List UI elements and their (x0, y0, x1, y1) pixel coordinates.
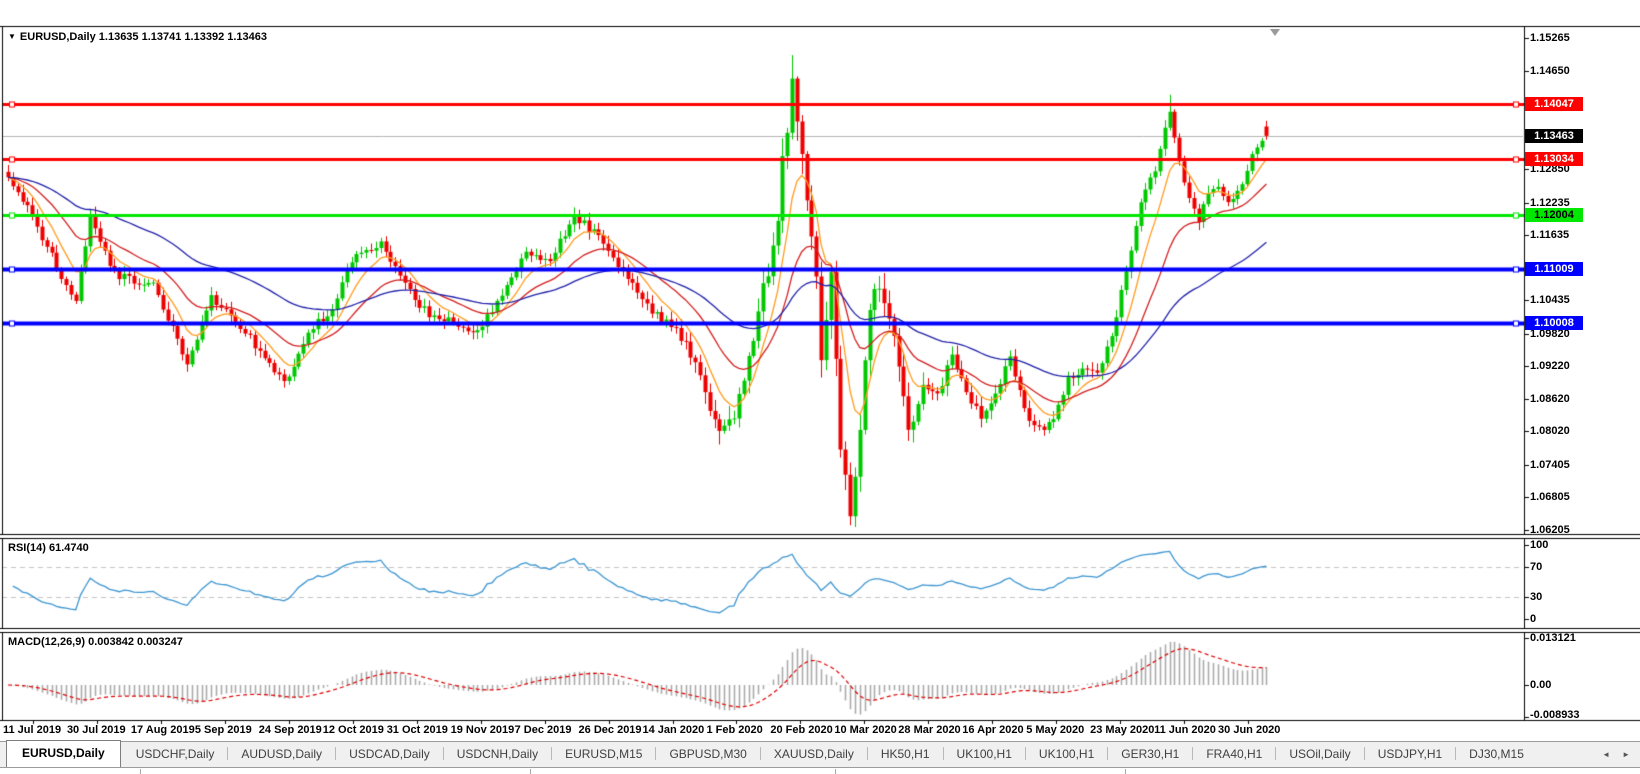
line-price-label: 1.10008 (1525, 316, 1583, 330)
price-axis-label: 1.12235 (1530, 197, 1570, 209)
price-axis-label: 1.06805 (1530, 491, 1570, 503)
chart-tab-usdcnh-daily[interactable]: USDCNH,Daily (444, 743, 551, 767)
chart-tab-ger30-h1[interactable]: GER30,H1 (1108, 743, 1192, 767)
tab-scroll-right-icon[interactable]: ► (1622, 750, 1630, 759)
chart-shift-marker[interactable] (1270, 29, 1280, 36)
date-axis-label: 19 Nov 2019 (451, 724, 515, 736)
chart-tab-fra40-h1[interactable]: FRA40,H1 (1193, 743, 1275, 767)
macd-indicator-label: MACD(12,26,9) 0.003842 0.003247 (8, 636, 183, 648)
date-axis-label: 12 Oct 2019 (323, 724, 384, 736)
chart-title-symbol: EURUSD,Daily (20, 31, 96, 43)
chart-tab-bar: EURUSD,DailyUSDCHF,DailyAUDUSD,DailyUSDC… (0, 741, 1640, 768)
tab-scroll-left-icon[interactable]: ◄ (1602, 750, 1610, 759)
line-price-label: 1.13034 (1525, 152, 1583, 166)
price-axis-label: 1.08020 (1530, 425, 1570, 437)
price-axis-label: 1.06205 (1530, 524, 1570, 536)
tab-scroll-arrows: ◄ ► (1602, 750, 1640, 767)
mt4-window: ▼ M1M5M15M30H1H4D1W1MN ▼EURUSD,Daily 1.1… (0, 0, 1640, 774)
chart-tab-usoil-daily[interactable]: USOil,Daily (1276, 743, 1363, 767)
chart-tab-gbpusd-m30[interactable]: GBPUSD,M30 (656, 743, 759, 767)
date-axis-label: 11 Jun 2020 (1154, 724, 1216, 736)
chart-tab-usdchf-daily[interactable]: USDCHF,Daily (123, 743, 228, 767)
line-price-label: 1.13463 (1525, 129, 1583, 143)
chart-title-ohlc: 1.13635 1.13741 1.13392 1.13463 (99, 31, 267, 43)
chart-tab-uk100-h1[interactable]: UK100,H1 (1026, 743, 1107, 767)
date-axis-label: 30 Jun 2020 (1218, 724, 1280, 736)
date-axis-label: 11 Jul 2019 (3, 724, 61, 736)
line-price-label: 1.14047 (1525, 97, 1583, 111)
date-axis-label: 5 May 2020 (1026, 724, 1084, 736)
macd-axis-label: 0.013121 (1530, 632, 1576, 644)
line-price-label: 1.11009 (1525, 262, 1583, 276)
date-axis-label: 28 Mar 2020 (898, 724, 960, 736)
price-axis-label: 1.09220 (1530, 360, 1570, 372)
rsi-axis-label: 30 (1530, 591, 1542, 603)
price-axis-label: 1.15265 (1530, 32, 1570, 44)
chart-tab-dj30-m15[interactable]: DJ30,M15 (1456, 743, 1537, 767)
rsi-axis-label: 70 (1530, 561, 1542, 573)
price-axis-label: 1.08620 (1530, 393, 1570, 405)
bottom-panel-edge (0, 769, 1640, 774)
chart-tab-uk100-h1[interactable]: UK100,H1 (944, 743, 1025, 767)
date-axis-label: 30 Jul 2019 (67, 724, 126, 736)
price-axis-label: 1.14650 (1530, 65, 1570, 77)
window-caret-icon[interactable]: ▼ (8, 32, 16, 41)
chart-tab-usdcad-daily[interactable]: USDCAD,Daily (336, 743, 443, 767)
date-axis-label: 26 Dec 2019 (579, 724, 642, 736)
price-chart-canvas[interactable] (0, 0, 1640, 740)
chart-tab-xauusd-daily[interactable]: XAUUSD,Daily (761, 743, 867, 767)
date-axis-label: 17 Aug 2019 (131, 724, 195, 736)
chart-tabs: EURUSD,DailyUSDCHF,DailyAUDUSD,DailyUSDC… (6, 740, 1537, 767)
chart-tab-hk50-h1[interactable]: HK50,H1 (868, 743, 943, 767)
macd-axis-label: 0.00 (1530, 679, 1551, 691)
price-axis-label: 1.07405 (1530, 459, 1570, 471)
chart-tab-audusd-daily[interactable]: AUDUSD,Daily (228, 743, 335, 767)
price-axis-label: 1.11635 (1530, 229, 1569, 241)
rsi-axis-label: 100 (1530, 539, 1548, 551)
rsi-axis-label: 0 (1530, 613, 1536, 625)
price-axis-label: 1.10435 (1530, 294, 1570, 306)
date-axis-label: 10 Mar 2020 (834, 724, 896, 736)
chart-tab-eurusd-daily[interactable]: EURUSD,Daily (6, 740, 121, 767)
chart-tab-eurusd-m15[interactable]: EURUSD,M15 (552, 743, 655, 767)
date-axis-label: 31 Oct 2019 (387, 724, 448, 736)
date-axis-label: 1 Feb 2020 (706, 724, 762, 736)
date-axis-label: 16 Apr 2020 (962, 724, 1023, 736)
date-axis-label: 23 May 2020 (1090, 724, 1154, 736)
chart-tab-usdjpy-h1[interactable]: USDJPY,H1 (1365, 743, 1455, 767)
date-axis-label: 7 Dec 2019 (515, 724, 572, 736)
date-axis-label: 5 Sep 2019 (195, 724, 252, 736)
rsi-indicator-label: RSI(14) 61.4740 (8, 542, 89, 554)
date-axis-label: 24 Sep 2019 (259, 724, 322, 736)
date-axis-label: 20 Feb 2020 (770, 724, 832, 736)
date-axis-label: 14 Jan 2020 (643, 724, 705, 736)
chart-title: ▼ EURUSD,Daily 1.13635 1.13741 1.13392 1.… (8, 31, 267, 43)
line-price-label: 1.12004 (1525, 208, 1583, 222)
macd-axis-label: -0.008933 (1530, 709, 1580, 721)
